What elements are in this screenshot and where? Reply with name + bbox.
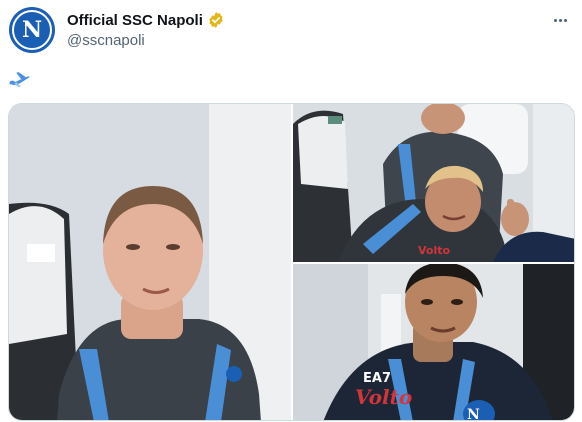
jersey-sponsor-text: Volto xyxy=(355,385,412,409)
account-handle[interactable]: @sscnapoli xyxy=(67,32,145,49)
verified-badge-icon xyxy=(209,12,223,28)
display-name[interactable]: Official SSC Napoli xyxy=(67,12,203,29)
photo-players-selfie[interactable]: Volto xyxy=(293,104,574,262)
photo-player-closeup[interactable]: N EA7 Volto xyxy=(293,264,574,421)
svg-text:N: N xyxy=(467,407,480,421)
tweet-card: N Official SSC Napoli @sscnapoli Volto N… xyxy=(0,0,582,422)
media-grid: Volto N EA7 Volto xyxy=(8,103,575,421)
avatar[interactable]: N xyxy=(9,7,55,53)
photo-player-seated-image xyxy=(9,104,291,420)
avatar-ring: N xyxy=(12,10,52,50)
napoli-logo-letter: N xyxy=(21,17,43,43)
airplane-emoji-icon xyxy=(9,72,30,88)
photo-player-seated[interactable] xyxy=(9,104,291,420)
jersey-brand-text: EA7 xyxy=(363,371,391,386)
photo-player-closeup-image: N EA7 Volto xyxy=(293,264,574,421)
name-row: Official SSC Napoli xyxy=(67,11,225,29)
tweet-text xyxy=(8,70,30,90)
more-options-icon[interactable] xyxy=(548,10,572,30)
photo-players-selfie-image: Volto xyxy=(293,104,574,262)
jersey-sponsor-text-small: Volto xyxy=(418,244,450,257)
